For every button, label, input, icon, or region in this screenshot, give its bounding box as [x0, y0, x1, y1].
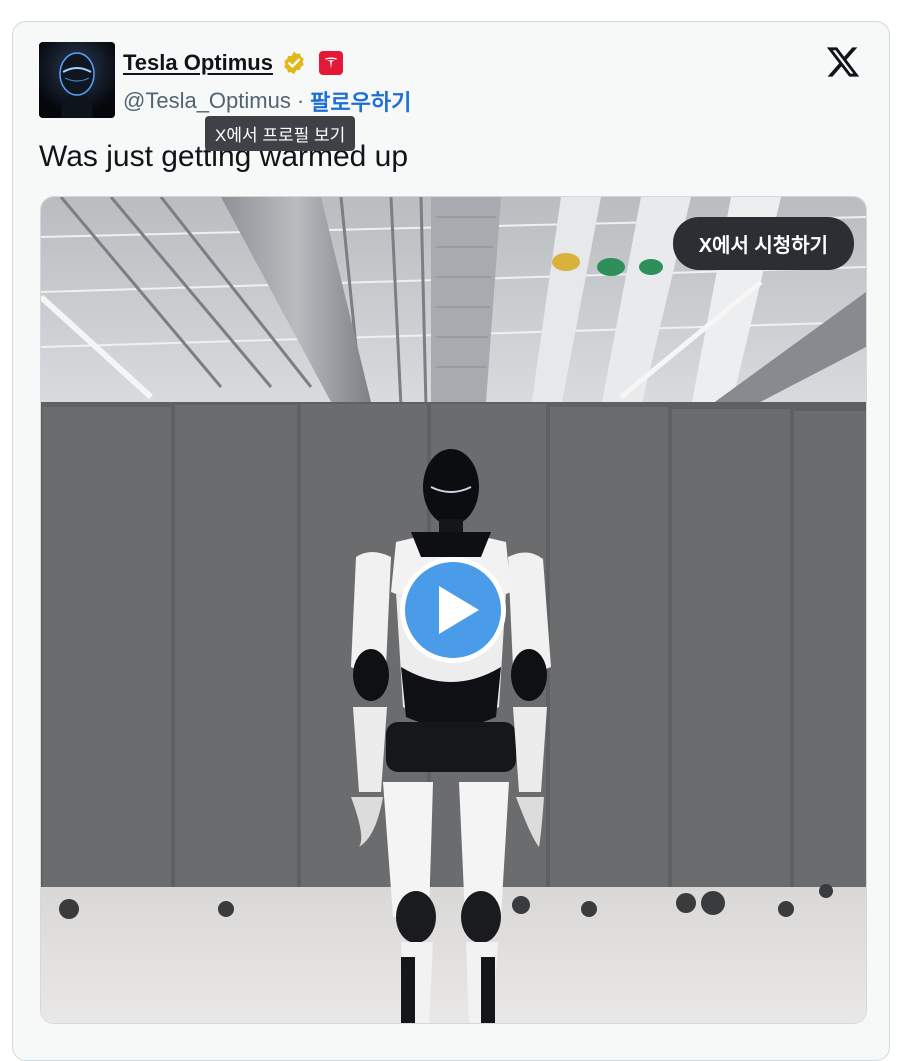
verified-badge-icon — [284, 51, 304, 75]
author-name[interactable]: Tesla Optimus — [123, 50, 273, 76]
author-handle[interactable]: @Tesla_Optimus — [123, 88, 291, 114]
watch-on-x-button[interactable]: X에서 시청하기 — [672, 217, 854, 270]
profile-tooltip: X에서 프로필 보기 — [205, 116, 356, 151]
separator-dot: · — [296, 88, 305, 113]
tweet-embed-card: Tesla Optimus @Tesla_Optimus · 팔로우하기 X에서… — [12, 21, 890, 1061]
x-logo-icon[interactable] — [825, 44, 861, 80]
follow-button[interactable]: 팔로우하기 — [310, 85, 411, 117]
video-thumbnail[interactable]: X에서 시청하기 — [40, 196, 867, 1024]
play-icon — [439, 586, 479, 634]
play-button[interactable] — [400, 557, 506, 663]
tesla-logo-icon — [318, 51, 343, 75]
author-avatar[interactable] — [39, 42, 115, 118]
